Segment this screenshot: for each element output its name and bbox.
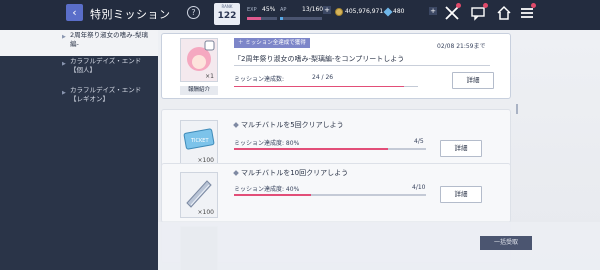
featured-progress-fill — [234, 86, 404, 87]
detail-button[interactable]: 詳細 — [440, 186, 482, 203]
completion-reward-label: ミッション全達成で獲得 — [245, 40, 306, 46]
home-icon[interactable] — [495, 5, 513, 23]
notification-dot — [531, 3, 536, 8]
exp-label: EXP — [247, 7, 257, 13]
coin-icon — [335, 8, 343, 16]
ap-recover-button[interactable]: + — [323, 6, 331, 14]
bullet-icon: ▶ — [62, 34, 66, 40]
detail-button[interactable]: 詳細 — [452, 72, 494, 89]
reward-count: ×1 — [205, 73, 214, 80]
svg-text:TICKET: TICKET — [190, 138, 209, 144]
ap-value: 13/160 — [302, 6, 324, 13]
top-bar: ‹ 特別ミッション ? RANK 122 EXP 45% AP 13/160 +… — [0, 0, 600, 30]
gem-value: 480 — [393, 8, 405, 15]
sidebar-item-colorful-days-legion[interactable]: ▶ カラフルデイズ・エンド【レギオン】 — [0, 86, 158, 112]
sidebar-item-label: カラフルデイズ・エンド【個人】 — [70, 57, 142, 74]
reward-count: ×100 — [197, 209, 214, 216]
mission-progress-ratio: 4/10 — [412, 184, 426, 191]
sidebar-item-label: カラフルデイズ・エンド【レギオン】 — [70, 86, 142, 103]
scrollbar-thumb[interactable] — [516, 104, 518, 114]
mission-title-text: マルチバトルを10回クリアしよう — [241, 169, 349, 177]
sidebar-item-label: 2周年祭り淑女の嗜み-梨璃編- — [70, 31, 148, 48]
diamond-icon — [233, 170, 239, 176]
rank-badge: RANK 122 — [214, 3, 240, 25]
page-title: 特別ミッション — [90, 8, 171, 21]
sidebar-item-2nd-anniversary[interactable]: ▶ 2周年祭り淑女の嗜み-梨璃編- — [0, 30, 158, 56]
ap-bar-fill — [280, 17, 284, 20]
mission-category-sidebar: ▶ 2周年祭り淑女の嗜み-梨璃編- ▶ カラフルデイズ・エンド【個人】 ▶ カラ… — [0, 30, 158, 270]
featured-progress-label: ミッション達成数: — [234, 76, 285, 83]
ap-bar — [280, 17, 322, 20]
notification-dot — [483, 3, 488, 8]
deadline-text: 02/08 21:59まで — [437, 43, 486, 50]
help-icon[interactable]: ? — [187, 6, 200, 19]
mission-progress-label: ミッション達成度: 80% — [234, 140, 300, 147]
mission-progress-track — [234, 148, 426, 150]
sidebar-item-colorful-days-individual[interactable]: ▶ カラフルデイズ・エンド【個人】 — [0, 57, 158, 83]
reward-count: ×100 — [197, 157, 214, 164]
exp-bar — [247, 17, 277, 20]
reward-thumbnail[interactable]: ×1 — [180, 38, 218, 82]
coin-value: 405,976,971 — [345, 8, 384, 15]
featured-mission-title: 「2周年祭り淑女の嗜み-梨璃編-をコンプリートしよう — [234, 55, 405, 63]
mission-title-text: マルチバトルを5回クリアしよう — [241, 121, 344, 129]
ap-label: AP — [280, 7, 287, 13]
house-icon — [497, 5, 511, 20]
mission-title: マルチバトルを10回クリアしよう — [233, 168, 349, 178]
completion-reward-badge: ＋ ミッション全達成で獲得 — [234, 38, 310, 48]
exp-value: 45% — [262, 6, 276, 13]
rank-value: 122 — [217, 11, 237, 21]
featured-progress-track — [234, 86, 418, 87]
featured-progress-value: 24 / 26 — [312, 74, 334, 81]
reward-preview-button[interactable]: 報酬紹介 — [180, 86, 218, 95]
bullet-icon: ▶ — [62, 61, 66, 67]
featured-mission-card: ×1 報酬紹介 ＋ ミッション全達成で獲得 02/08 21:59まで 「2周年… — [162, 34, 510, 98]
mission-progress-ratio: 4/5 — [414, 138, 424, 145]
mission-progress-track — [234, 194, 426, 196]
mission-progress-fill — [234, 194, 311, 196]
back-button[interactable]: ‹ — [66, 4, 83, 21]
detail-button[interactable]: 詳細 — [440, 140, 482, 157]
mission-progress-label: ミッション達成度: 40% — [234, 186, 300, 193]
reward-thumbnail[interactable]: TICKET ×100 — [180, 120, 218, 166]
gem-icon — [383, 7, 393, 17]
bullet-icon: ▶ — [62, 90, 66, 96]
diamond-icon — [233, 122, 239, 128]
mission-card: ×100 マルチバトルを10回クリアしよう ミッション達成度: 40% 4/10… — [162, 164, 510, 222]
mission-list: ×1 報酬紹介 ＋ ミッション全達成で獲得 02/08 21:59まで 「2周年… — [158, 30, 600, 270]
exp-bar-fill — [247, 17, 261, 20]
notification-dot — [456, 3, 461, 8]
mission-progress-fill — [234, 148, 388, 150]
gem-purchase-button[interactable]: + — [429, 7, 437, 15]
list-bottom-fade — [158, 222, 600, 270]
mission-title: マルチバトルを5回クリアしよう — [233, 120, 344, 130]
title-underline — [234, 65, 490, 66]
claim-all-button[interactable]: 一括受取 — [480, 236, 532, 250]
reward-thumbnail[interactable]: ×100 — [180, 172, 218, 218]
rank-label: RANK — [221, 4, 233, 9]
